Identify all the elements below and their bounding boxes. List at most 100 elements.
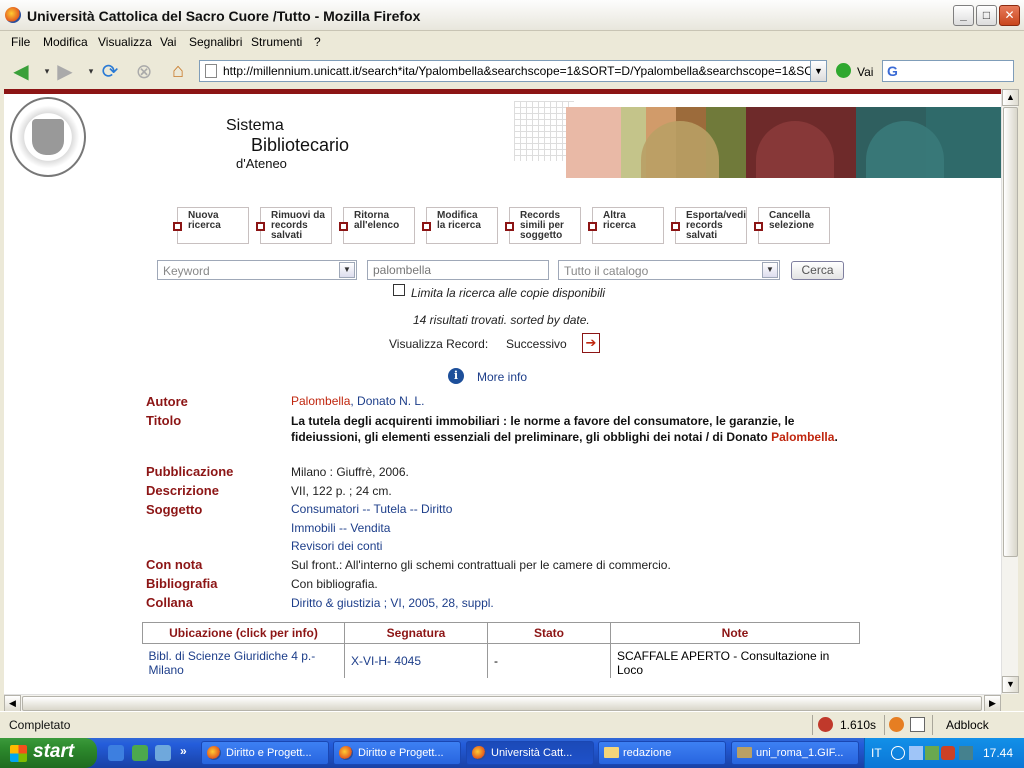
soggetto-link[interactable]: Immobili -- Vendita [291, 521, 390, 535]
image-file-icon [737, 747, 752, 758]
forward-arrow-icon[interactable]: ▶ [52, 58, 78, 84]
taskbar-item[interactable]: Diritto e Progett... [333, 741, 461, 765]
scroll-right-icon[interactable]: ▶ [984, 695, 1001, 712]
nota-label: Con nota [146, 557, 203, 572]
next-record-label[interactable]: Successivo [506, 337, 567, 351]
url-input[interactable]: http://millennium.unicatt.it/search*ita/… [199, 60, 811, 82]
tray-app-icon[interactable] [925, 746, 939, 760]
university-seal-logo [10, 97, 86, 177]
menu-segnalibri[interactable]: Segnalibri [189, 35, 242, 49]
quicklaunch-more-icon[interactable]: » [180, 744, 187, 758]
language-indicator[interactable]: IT [871, 746, 882, 760]
taskbar-item[interactable]: redazione [598, 741, 726, 765]
view-record-label: Visualizza Record: [389, 337, 489, 351]
navigation-toolbar: ◀ ▾ ▶ ▾ ⟳ ⊗ ⌂ http://millennium.unicatt.… [0, 53, 1024, 89]
music-quicklaunch-icon[interactable] [155, 745, 171, 761]
menu-bar: File Modifica Visualizza Vai Segnalibri … [0, 31, 1024, 53]
firefox-icon [207, 746, 221, 760]
more-info-link[interactable]: More info [477, 370, 527, 384]
modifica-ricerca-button[interactable]: Modifica la ricerca [422, 207, 498, 244]
ubicazione-cell[interactable]: Bibl. di Scienze Giuridiche 4 p.- Milano [143, 644, 345, 678]
column-header: Segnatura [344, 622, 488, 644]
search-query-input[interactable]: palombella [367, 260, 549, 280]
maximize-button[interactable]: □ [976, 5, 997, 26]
descrizione-value: VII, 122 p. ; 24 cm. [291, 484, 392, 498]
search-scope-select[interactable]: Tutto il catalogo ▼ [558, 260, 780, 280]
scroll-thumb[interactable] [1003, 107, 1018, 557]
network-icon[interactable] [909, 746, 923, 760]
home-icon[interactable]: ⌂ [165, 58, 191, 84]
results-count: 14 risultati trovati. sorted by date. [413, 313, 590, 327]
taskbar-item[interactable]: uni_roma_1.GIF... [731, 741, 859, 765]
page-info-icon[interactable] [910, 717, 925, 732]
ritorna-elenco-button[interactable]: Ritorna all'elenco [339, 207, 415, 244]
menu-modifica[interactable]: Modifica [43, 35, 88, 49]
chevron-down-icon: ▼ [339, 262, 355, 278]
load-time: 1.610s [840, 718, 877, 732]
system-tray: IT 17.44 [864, 738, 1024, 768]
minimize-button[interactable]: _ [953, 5, 974, 26]
scroll-left-icon[interactable]: ◀ [4, 695, 21, 712]
reload-icon[interactable]: ⟳ [97, 58, 123, 84]
cerca-button[interactable]: Cerca [791, 261, 844, 280]
taskbar-item[interactable]: Diritto e Progett... [201, 741, 329, 765]
cancella-selezione-button[interactable]: Cancella selezione [754, 207, 830, 244]
taskbar-item-active[interactable]: Università Catt... [466, 741, 594, 765]
soggetto-link[interactable]: Consumatori -- Tutela -- Diritto [291, 502, 452, 516]
menu-help[interactable]: ? [314, 35, 321, 49]
autore-value[interactable]: Palombella, Donato N. L. [291, 394, 424, 408]
next-arrow-icon[interactable]: ➔ [582, 333, 600, 353]
altra-ricerca-button[interactable]: Altra ricerca [588, 207, 664, 244]
header-sistema: Sistema [226, 117, 284, 134]
nuova-ricerca-button[interactable]: Nuova ricerca [173, 207, 249, 244]
descrizione-label: Descrizione [146, 483, 219, 498]
web-search-input[interactable]: G [882, 60, 1014, 82]
records-simili-button[interactable]: Records simili per soggetto [505, 207, 581, 244]
status-text: Completato [9, 718, 71, 732]
scroll-down-icon[interactable]: ▼ [1002, 676, 1019, 693]
status-bar: Completato 1.610s Adblock [0, 711, 1024, 737]
go-label[interactable]: Vai [857, 65, 873, 79]
media-quicklaunch-icon[interactable] [132, 745, 148, 761]
header-red-rule [4, 89, 1001, 94]
search-type-select[interactable]: Keyword ▼ [157, 260, 357, 280]
scroll-thumb[interactable] [22, 696, 982, 711]
header-ateneo: d'Ateneo [236, 156, 287, 171]
titolo-value: La tutela degli acquirenti immobiliari :… [291, 414, 838, 444]
soggetto-link[interactable]: Revisori dei conti [291, 539, 382, 553]
scroll-up-icon[interactable]: ▲ [1002, 89, 1019, 106]
collana-link[interactable]: Diritto & giustizia ; VI, 2005, 28, supp… [291, 596, 494, 610]
fasterfox-icon[interactable] [818, 717, 833, 732]
horizontal-scrollbar[interactable]: ◀ ▶ [4, 694, 1001, 712]
autore-label: Autore [146, 394, 188, 409]
security-shield-icon[interactable] [941, 746, 955, 760]
tray-app-icon[interactable] [959, 746, 973, 760]
pubblicazione-value: Milano : Giuffrè, 2006. [291, 465, 409, 479]
collana-label: Collana [146, 595, 193, 610]
taskbar: start » Diritto e Progett... Diritto e P… [0, 738, 1024, 768]
esporta-records-button[interactable]: Esporta/vedi records salvati [671, 207, 747, 244]
info-icon[interactable]: i [448, 368, 464, 384]
tray-expand-icon[interactable] [891, 746, 905, 760]
clock: 17.44 [983, 746, 1014, 760]
stop-icon[interactable]: ⊗ [131, 58, 157, 84]
firefox-status-icon[interactable] [889, 717, 904, 732]
ie-quicklaunch-icon[interactable] [108, 745, 124, 761]
segnatura-cell[interactable]: X-VI-H- 4045 [344, 643, 488, 678]
url-dropdown-icon[interactable]: ▼ [810, 60, 827, 82]
limit-available-checkbox[interactable] [393, 284, 405, 296]
close-button[interactable]: ✕ [999, 5, 1020, 26]
vertical-scrollbar[interactable]: ▲ ▼ [1001, 89, 1019, 694]
menu-strumenti[interactable]: Strumenti [251, 35, 302, 49]
column-header[interactable]: Ubicazione (click per info) [142, 622, 345, 644]
menu-file[interactable]: File [11, 35, 30, 49]
menu-vai[interactable]: Vai [160, 35, 176, 49]
adblock-label[interactable]: Adblock [946, 718, 989, 732]
start-button[interactable]: start [0, 738, 97, 768]
back-arrow-icon[interactable]: ◀ [8, 58, 34, 84]
rimuovi-records-button[interactable]: Rimuovi da records salvati [256, 207, 332, 244]
window-titlebar[interactable]: Università Cattolica del Sacro Cuore /Tu… [0, 0, 1024, 31]
url-text: http://millennium.unicatt.it/search*ita/… [223, 64, 811, 78]
go-icon[interactable] [836, 63, 851, 78]
menu-visualizza[interactable]: Visualizza [98, 35, 152, 49]
